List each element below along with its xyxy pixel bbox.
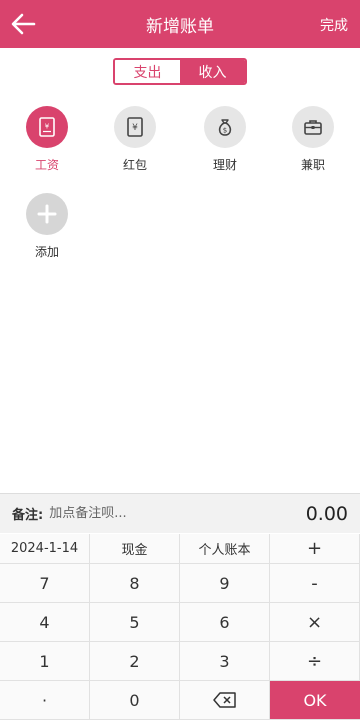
tab-expense[interactable]: 支出 (115, 60, 180, 83)
decimal-point-key[interactable]: · (0, 681, 90, 720)
category-part-time[interactable]: 兼职 (283, 106, 343, 173)
salary-receipt-icon: ¥ (26, 106, 68, 148)
book-selector[interactable]: 个人账本 (180, 534, 270, 564)
backspace-key[interactable] (180, 681, 270, 720)
digit-key-8[interactable]: 8 (90, 564, 180, 603)
minus-key[interactable]: - (270, 564, 360, 603)
svg-text:¥: ¥ (132, 123, 138, 133)
date-selector[interactable]: 2024-1-14 (0, 534, 90, 564)
category-label: 工资 (34, 158, 59, 172)
digit-key-4[interactable]: 4 (0, 603, 90, 642)
ok-button[interactable]: OK (270, 681, 360, 720)
note-bar: 备注: 0.00 (0, 493, 360, 533)
multiply-key[interactable]: × (270, 603, 360, 642)
divide-key[interactable]: ÷ (270, 642, 360, 681)
keypad: 2024-1-14 现金 个人账本 + 7 8 9 - 4 5 6 × 1 2 … (0, 534, 360, 720)
category-label: 添加 (34, 245, 59, 259)
note-label: 备注: (12, 508, 44, 523)
category-label: 红包 (122, 158, 147, 172)
digit-key-2[interactable]: 2 (90, 642, 180, 681)
page-title: 新增账单 (146, 16, 214, 37)
briefcase-icon (292, 106, 334, 148)
top-bar: 新增账单 完成 (0, 0, 360, 48)
digit-key-0[interactable]: 0 (90, 681, 180, 720)
plus-icon (26, 193, 68, 235)
digit-key-7[interactable]: 7 (0, 564, 90, 603)
category-label: 兼职 (300, 158, 325, 172)
digit-key-6[interactable]: 6 (180, 603, 270, 642)
category-red-envelope[interactable]: ¥ 红包 (105, 106, 165, 173)
bill-type-toggle: 支出 收入 (113, 58, 247, 85)
category-label: 理财 (212, 158, 237, 172)
digit-key-5[interactable]: 5 (90, 603, 180, 642)
amount-display: 0.00 (305, 502, 348, 525)
back-arrow-icon[interactable] (10, 12, 36, 36)
svg-text:¥: ¥ (45, 123, 50, 131)
money-bag-icon: $ (204, 106, 246, 148)
category-add[interactable]: 添加 (17, 193, 77, 260)
digit-key-3[interactable]: 3 (180, 642, 270, 681)
digit-key-1[interactable]: 1 (0, 642, 90, 681)
red-envelope-icon: ¥ (114, 106, 156, 148)
tab-income[interactable]: 收入 (180, 60, 245, 83)
category-investment[interactable]: $ 理财 (195, 106, 255, 173)
backspace-icon (212, 692, 236, 708)
done-button[interactable]: 完成 (320, 15, 348, 35)
note-input[interactable] (49, 506, 306, 521)
plus-key[interactable]: + (270, 534, 360, 564)
account-selector[interactable]: 现金 (90, 534, 180, 564)
digit-key-9[interactable]: 9 (180, 564, 270, 603)
svg-text:$: $ (223, 127, 227, 135)
category-salary[interactable]: ¥ 工资 (17, 106, 77, 173)
